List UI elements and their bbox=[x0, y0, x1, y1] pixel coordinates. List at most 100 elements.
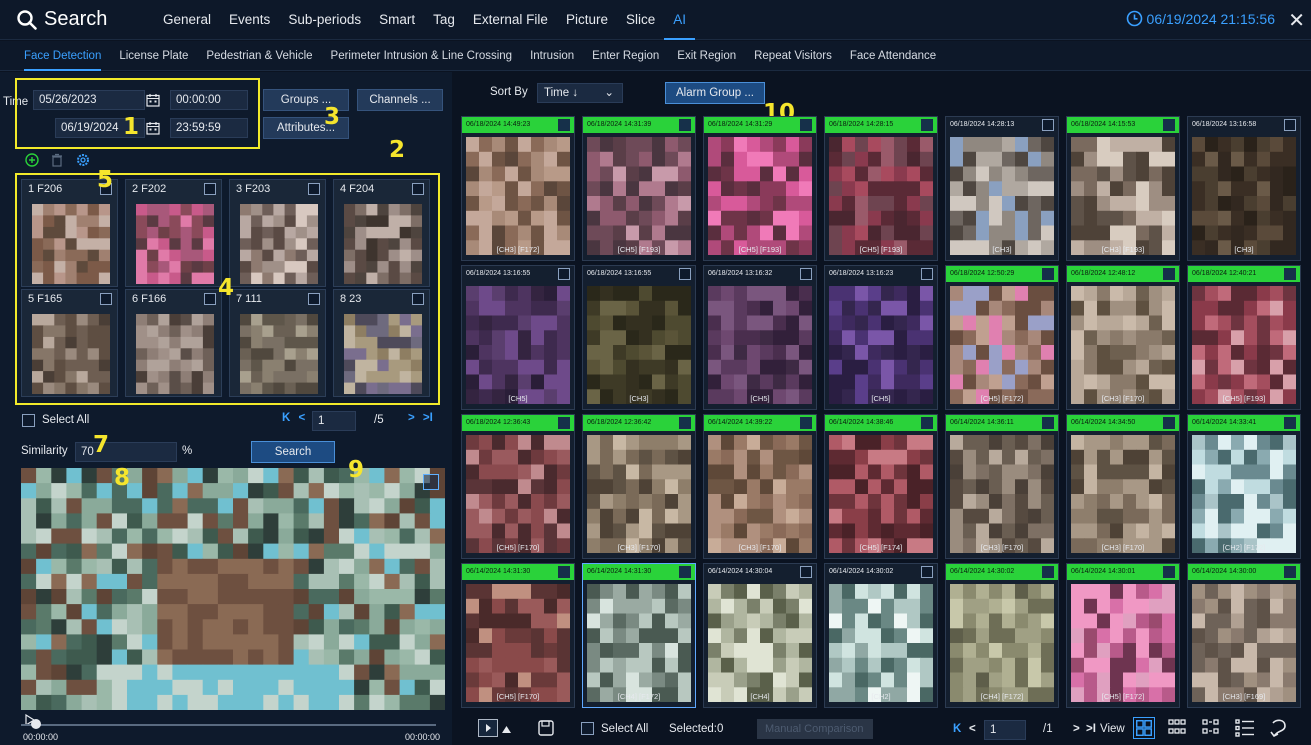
subtab-license-plate[interactable]: License Plate bbox=[119, 41, 188, 71]
result-checkbox[interactable] bbox=[1163, 566, 1175, 578]
result-card[interactable]: 06/18/2024 12:50:29 [CH5] [F172] bbox=[945, 265, 1059, 410]
tab-picture[interactable]: Picture bbox=[557, 0, 617, 40]
result-checkbox[interactable] bbox=[1284, 417, 1296, 429]
result-card[interactable]: 06/14/2024 14:38:46 [CH5] [F174] bbox=[824, 414, 938, 559]
fullscreen-icon[interactable] bbox=[423, 474, 439, 490]
result-checkbox[interactable] bbox=[800, 119, 812, 131]
result-card[interactable]: 06/18/2024 13:16:58 [CH3] bbox=[1187, 116, 1301, 261]
tab-smart[interactable]: Smart bbox=[370, 0, 424, 40]
result-card[interactable]: 06/18/2024 13:16:55 [CH3] bbox=[582, 265, 696, 410]
video-player[interactable] bbox=[21, 468, 445, 710]
result-card[interactable]: 06/18/2024 14:31:39 [CH5] [F193] bbox=[582, 116, 696, 261]
prev-page-icon[interactable]: < bbox=[969, 723, 976, 735]
result-card[interactable]: 06/18/2024 12:40:21 [CH5] [F193] bbox=[1187, 265, 1301, 410]
prev-page-icon[interactable]: < bbox=[299, 412, 306, 424]
result-checkbox[interactable] bbox=[800, 417, 812, 429]
result-checkbox[interactable] bbox=[1042, 119, 1054, 131]
result-checkbox[interactable] bbox=[1042, 268, 1054, 280]
result-card[interactable]: 06/18/2024 14:15:53 [CH3] [F193] bbox=[1066, 116, 1180, 261]
playback-progress[interactable] bbox=[21, 719, 436, 729]
result-card[interactable]: 06/18/2024 13:16:23 [CH5] bbox=[824, 265, 938, 410]
result-checkbox[interactable] bbox=[558, 268, 570, 280]
result-card[interactable]: 06/14/2024 14:31:30 [CH4] [F172] bbox=[582, 563, 696, 708]
select-all-checkbox[interactable] bbox=[22, 414, 35, 427]
tab-slice[interactable]: Slice bbox=[617, 0, 664, 40]
result-checkbox[interactable] bbox=[1163, 417, 1175, 429]
settings-icon[interactable] bbox=[76, 153, 90, 167]
result-checkbox[interactable] bbox=[921, 268, 933, 280]
subtab-enter-region[interactable]: Enter Region bbox=[592, 41, 659, 71]
delete-icon[interactable] bbox=[50, 153, 64, 167]
subtab-face-detection[interactable]: Face Detection bbox=[24, 41, 102, 71]
result-checkbox[interactable] bbox=[921, 417, 933, 429]
tab-events[interactable]: Events bbox=[220, 0, 279, 40]
result-checkbox[interactable] bbox=[921, 119, 933, 131]
similarity-input[interactable]: 70 bbox=[75, 442, 177, 462]
result-checkbox[interactable] bbox=[679, 119, 691, 131]
result-card[interactable]: 06/14/2024 14:31:30 [CH5] [F170] bbox=[461, 563, 575, 708]
result-card[interactable]: 06/14/2024 14:34:50 [CH3] [F170] bbox=[1066, 414, 1180, 559]
result-card[interactable]: 06/18/2024 14:28:13 [CH3] bbox=[945, 116, 1059, 261]
subtab-exit-region[interactable]: Exit Region bbox=[677, 41, 736, 71]
sort-select[interactable]: Time ↓ ⌄ bbox=[537, 83, 623, 103]
close-button[interactable]: ✕ bbox=[1288, 8, 1305, 33]
left-page-input[interactable]: 1 bbox=[312, 411, 356, 431]
result-card[interactable]: 06/18/2024 14:49:23 [CH3] [F172] bbox=[461, 116, 575, 261]
alarm-group-button[interactable]: Alarm Group ... bbox=[665, 82, 765, 104]
result-card[interactable]: 06/18/2024 12:36:42 [CH3] [F170] bbox=[582, 414, 696, 559]
play-selected-button[interactable] bbox=[478, 719, 498, 737]
grid-view-large-icon[interactable] bbox=[1133, 717, 1155, 739]
result-card[interactable]: 06/14/2024 14:39:22 [CH3] [F170] bbox=[703, 414, 817, 559]
result-card[interactable]: 06/14/2024 14:30:04 [CH4] bbox=[703, 563, 817, 708]
subtab-pedestrian-vehicle[interactable]: Pedestrian & Vehicle bbox=[206, 41, 312, 71]
grid-view-small-icon[interactable] bbox=[1167, 717, 1189, 739]
result-checkbox[interactable] bbox=[679, 417, 691, 429]
result-checkbox[interactable] bbox=[558, 119, 570, 131]
result-card[interactable]: 06/14/2024 14:30:00 [CH3] [F169] bbox=[1187, 563, 1301, 708]
tab-sub-periods[interactable]: Sub-periods bbox=[279, 0, 370, 40]
result-checkbox[interactable] bbox=[921, 566, 933, 578]
tab-ai[interactable]: AI bbox=[664, 0, 695, 40]
tab-external-file[interactable]: External File bbox=[464, 0, 557, 40]
result-card[interactable]: 06/14/2024 14:30:02 [CH2] bbox=[824, 563, 938, 708]
result-checkbox[interactable] bbox=[558, 566, 570, 578]
result-checkbox[interactable] bbox=[679, 268, 691, 280]
result-card[interactable]: 06/18/2024 13:16:55 [CH5] bbox=[461, 265, 575, 410]
list-view-icon[interactable] bbox=[1234, 717, 1256, 739]
result-card[interactable]: 06/14/2024 14:33:41 [CH2] [F172] bbox=[1187, 414, 1301, 559]
result-checkbox[interactable] bbox=[1284, 119, 1296, 131]
result-checkbox[interactable] bbox=[1042, 417, 1054, 429]
result-card[interactable]: 06/14/2024 14:30:01 [CH5] [F172] bbox=[1066, 563, 1180, 708]
first-page-icon[interactable]: K bbox=[282, 412, 290, 424]
tab-tag[interactable]: Tag bbox=[424, 0, 464, 40]
caret-up-icon[interactable] bbox=[502, 726, 511, 733]
return-icon[interactable] bbox=[1268, 717, 1290, 739]
result-checkbox[interactable] bbox=[1042, 566, 1054, 578]
first-page-icon[interactable]: K bbox=[953, 723, 961, 735]
result-checkbox[interactable] bbox=[1163, 268, 1175, 280]
search-button[interactable]: Search bbox=[251, 441, 335, 463]
detail-view-icon[interactable] bbox=[1201, 717, 1223, 739]
progress-knob[interactable] bbox=[31, 719, 41, 729]
add-icon[interactable] bbox=[25, 153, 39, 167]
next-page-icon[interactable]: > bbox=[408, 412, 415, 424]
last-page-icon[interactable]: >I bbox=[1086, 723, 1096, 735]
result-checkbox[interactable] bbox=[558, 417, 570, 429]
subtab-intrusion[interactable]: Intrusion bbox=[530, 41, 574, 71]
select-all-results-checkbox[interactable] bbox=[581, 722, 594, 735]
result-card[interactable]: 06/18/2024 12:36:43 [CH5] [F170] bbox=[461, 414, 575, 559]
result-card[interactable]: 06/14/2024 14:36:11 [CH3] [F170] bbox=[945, 414, 1059, 559]
result-checkbox[interactable] bbox=[1284, 566, 1296, 578]
subtab-perimeter-intrusion-line-crossing[interactable]: Perimeter Intrusion & Line Crossing bbox=[331, 41, 513, 71]
results-page-input[interactable]: 1 bbox=[984, 720, 1026, 740]
result-card[interactable]: 06/18/2024 14:31:29 [CH5] [F193] bbox=[703, 116, 817, 261]
channels-button[interactable]: Channels ... bbox=[357, 89, 443, 111]
result-card[interactable]: 06/18/2024 13:16:32 [CH5] bbox=[703, 265, 817, 410]
result-checkbox[interactable] bbox=[800, 566, 812, 578]
result-card[interactable]: 06/14/2024 14:30:02 [CH4] [F172] bbox=[945, 563, 1059, 708]
result-card[interactable]: 06/18/2024 12:48:12 [CH3] [F170] bbox=[1066, 265, 1180, 410]
save-icon[interactable] bbox=[537, 719, 555, 737]
next-page-icon[interactable]: > bbox=[1073, 723, 1080, 735]
result-checkbox[interactable] bbox=[679, 566, 691, 578]
last-page-icon[interactable]: >I bbox=[423, 412, 433, 424]
